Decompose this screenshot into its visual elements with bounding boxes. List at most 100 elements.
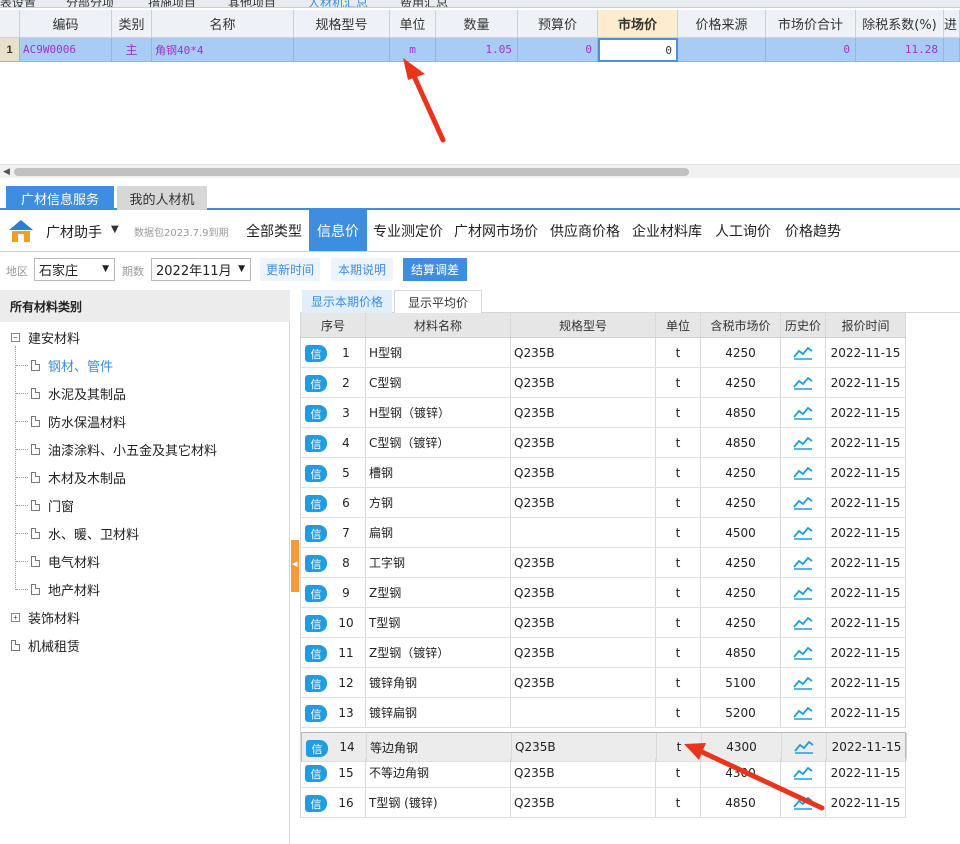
col-market-total[interactable]: 市场价合计 — [766, 10, 856, 38]
caret-down-icon[interactable]: ▼ — [111, 224, 119, 235]
tree-node-decoration[interactable]: + 装饰材料 — [11, 607, 80, 627]
line-chart-icon[interactable] — [793, 586, 813, 600]
cell-history[interactable] — [781, 428, 826, 457]
line-chart-icon[interactable] — [793, 496, 813, 510]
col-quote-date[interactable]: 报价时间 — [826, 313, 906, 337]
cell-next[interactable] — [944, 38, 960, 62]
nav-info-price[interactable]: 信息价 — [309, 210, 367, 251]
cell-history[interactable] — [781, 788, 826, 817]
table-row[interactable]: 信 3 H型钢（镀锌） Q235B t 4850 2022-11-15 — [301, 398, 906, 428]
cell-history[interactable] — [781, 578, 826, 607]
cell-tax-coef[interactable]: 11.28 — [856, 38, 944, 62]
info-badge-icon[interactable]: 信 — [306, 740, 328, 757]
tree-item-wood[interactable]: 木材及木制品 — [31, 467, 126, 487]
col-spec[interactable]: 规格型号 — [294, 10, 390, 38]
tree-item-cement[interactable]: 水泥及其制品 — [31, 383, 126, 403]
nav-market-price[interactable]: 广材网市场价 — [449, 210, 543, 251]
period-note-button[interactable]: 本期说明 — [331, 258, 393, 281]
cell-name[interactable]: 角钢40*4 — [152, 38, 294, 62]
nav-all-types[interactable]: 全部类型 — [241, 210, 307, 251]
cell-price-source[interactable] — [678, 38, 766, 62]
col-unit[interactable]: 单位 — [656, 313, 701, 337]
cell-history[interactable] — [781, 608, 826, 637]
col-no[interactable]: 序号 — [301, 313, 366, 337]
line-chart-icon[interactable] — [793, 706, 813, 720]
info-badge-icon[interactable]: 信 — [305, 795, 327, 812]
nav-supplier-price[interactable]: 供应商价格 — [545, 210, 625, 251]
grid-row-selected[interactable]: 1 AC9W0006 主 角钢40*4 m 1.05 0 0 0 11.28 — [0, 38, 960, 62]
panel-splitter[interactable]: ◀ — [291, 540, 299, 592]
cell-history[interactable] — [781, 488, 826, 517]
scroll-left-icon[interactable]: ◀ — [3, 167, 10, 177]
info-badge-icon[interactable]: 信 — [305, 345, 327, 362]
table-row[interactable]: 信 11 Z型钢（镀锌） Q235B t 4850 2022-11-15 — [301, 638, 906, 668]
cell-quantity[interactable]: 1.05 — [436, 38, 518, 62]
info-badge-icon[interactable]: 信 — [305, 675, 327, 692]
cell-budget-price[interactable]: 0 — [518, 38, 598, 62]
scrollbar-thumb[interactable] — [14, 168, 689, 176]
tab-average-price[interactable]: 显示平均价 — [394, 290, 482, 313]
line-chart-icon[interactable] — [793, 466, 813, 480]
expand-icon[interactable]: + — [11, 612, 20, 622]
tree-item-doors[interactable]: 门窗 — [31, 495, 74, 515]
cell-spec[interactable] — [294, 38, 390, 62]
info-badge-icon[interactable]: 信 — [305, 555, 327, 572]
table-row[interactable]: 信 16 T型钢 (镀锌) Q235B t 4850 2022-11-15 — [301, 788, 906, 818]
table-row[interactable]: 信 5 槽钢 Q235B t 4250 2022-11-15 — [301, 458, 906, 488]
table-row[interactable]: 信 15 不等边角钢 Q235B t 4300 2022-11-15 — [301, 758, 906, 788]
nav-pro-price[interactable]: 专业测定价 — [369, 210, 447, 251]
table-row[interactable]: 信 12 镀锌角钢 Q235B t 5100 2022-11-15 — [301, 668, 906, 698]
cell-market-price-input[interactable]: 0 — [598, 38, 678, 62]
sheet-tab-measures[interactable]: 措施项目 — [148, 0, 196, 7]
horizontal-scrollbar[interactable]: ◀ — [0, 164, 960, 178]
tab-current-price[interactable]: 显示本期价格 — [302, 290, 392, 313]
line-chart-icon[interactable] — [793, 526, 813, 540]
info-badge-icon[interactable]: 信 — [305, 435, 327, 452]
cell-history[interactable] — [781, 668, 826, 697]
tree-item-waterproof[interactable]: 防水保温材料 — [31, 411, 126, 431]
cell-category[interactable]: 主 — [112, 38, 152, 62]
table-row[interactable]: 信 8 工字钢 Q235B t 4250 2022-11-15 — [301, 548, 906, 578]
line-chart-icon[interactable] — [793, 796, 813, 810]
cell-history[interactable] — [781, 548, 826, 577]
tree-item-realestate[interactable]: 地产材料 — [31, 579, 100, 599]
info-badge-icon[interactable]: 信 — [305, 765, 327, 782]
col-budget-price[interactable]: 预算价 — [518, 10, 598, 38]
tree-node-construction[interactable]: − 建安材料 — [11, 327, 80, 347]
table-row[interactable]: 信 10 T型钢 Q235B t 4250 2022-11-15 — [301, 608, 906, 638]
col-next[interactable]: 进 — [944, 10, 960, 38]
cell-history[interactable] — [781, 758, 826, 787]
sheet-tab-table-settings[interactable]: 表设置 — [0, 0, 36, 7]
line-chart-icon[interactable] — [793, 556, 813, 570]
line-chart-icon[interactable] — [793, 436, 813, 450]
sheet-tab-other[interactable]: 其他项目 — [228, 0, 276, 7]
col-category[interactable]: 类别 — [112, 10, 152, 38]
settle-adjust-button[interactable]: 结算调差 — [403, 258, 467, 281]
nav-enterprise-library[interactable]: 企业材料库 — [627, 210, 707, 251]
col-material-name[interactable]: 材料名称 — [366, 313, 511, 337]
info-badge-icon[interactable]: 信 — [305, 525, 327, 542]
line-chart-icon[interactable] — [794, 740, 814, 754]
col-spec[interactable]: 规格型号 — [511, 313, 656, 337]
info-badge-icon[interactable]: 信 — [305, 405, 327, 422]
col-code[interactable]: 编码 — [20, 10, 112, 38]
nav-labor-inquiry[interactable]: 人工询价 — [709, 210, 777, 251]
table-row[interactable]: 信 9 Z型钢 Q235B t 4250 2022-11-15 — [301, 578, 906, 608]
sheet-tab-divisions[interactable]: 分部分项 — [66, 0, 114, 7]
cell-history[interactable] — [781, 518, 826, 547]
tree-item-paint[interactable]: 油漆涂料、小五金及其它材料 — [31, 439, 217, 459]
info-badge-icon[interactable]: 信 — [305, 465, 327, 482]
collapse-left-icon[interactable]: ◀ — [292, 560, 297, 568]
col-tax-coef[interactable]: 除税系数(%) — [856, 10, 944, 38]
col-market-price[interactable]: 市场价 — [598, 10, 678, 38]
table-row[interactable]: 信 6 方钢 Q235B t 4250 2022-11-15 — [301, 488, 906, 518]
period-select[interactable]: 2022年11月 ▼ — [151, 258, 251, 281]
cell-history[interactable] — [781, 638, 826, 667]
line-chart-icon[interactable] — [793, 766, 813, 780]
brand-name[interactable]: 广材助手 — [46, 222, 102, 242]
cell-unit[interactable]: m — [390, 38, 436, 62]
cell-history[interactable] — [781, 698, 826, 727]
line-chart-icon[interactable] — [793, 616, 813, 630]
table-row[interactable]: 信 13 镀锌扁钢 t 5200 2022-11-15 — [301, 698, 906, 728]
cell-market-total[interactable]: 0 — [766, 38, 856, 62]
